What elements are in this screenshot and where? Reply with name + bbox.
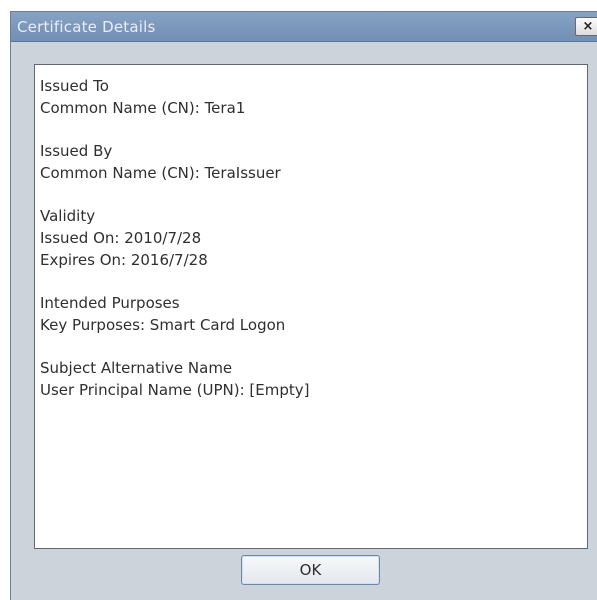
expires-on-date: Expires On: 2016/7/28: [40, 251, 208, 269]
issued-to-common-name: Common Name (CN): Tera1: [40, 99, 246, 117]
ok-button[interactable]: OK: [241, 555, 380, 585]
dialog-title: Certificate Details: [17, 18, 156, 36]
key-purposes: Key Purposes: Smart Card Logon: [40, 316, 286, 334]
intended-purposes-heading: Intended Purposes: [40, 294, 180, 312]
validity-heading: Validity: [40, 207, 96, 225]
close-icon: ×: [582, 18, 594, 34]
issued-to-heading: Issued To: [40, 77, 109, 95]
certificate-details-dialog: Certificate Details × Issued To Common N…: [10, 11, 597, 600]
issued-by-heading: Issued By: [40, 142, 113, 160]
issued-by-common-name: Common Name (CN): TeraIssuer: [40, 164, 281, 182]
dialog-titlebar[interactable]: Certificate Details ×: [11, 12, 597, 42]
subject-alternative-name-heading: Subject Alternative Name: [40, 359, 233, 377]
certificate-details-panel: Issued To Common Name (CN): Tera1 Issued…: [34, 64, 588, 549]
certificate-details-text: Issued To Common Name (CN): Tera1 Issued…: [40, 75, 310, 401]
close-button[interactable]: ×: [575, 17, 597, 36]
user-principal-name: User Principal Name (UPN): [Empty]: [40, 381, 310, 399]
issued-on-date: Issued On: 2010/7/28: [40, 229, 202, 247]
